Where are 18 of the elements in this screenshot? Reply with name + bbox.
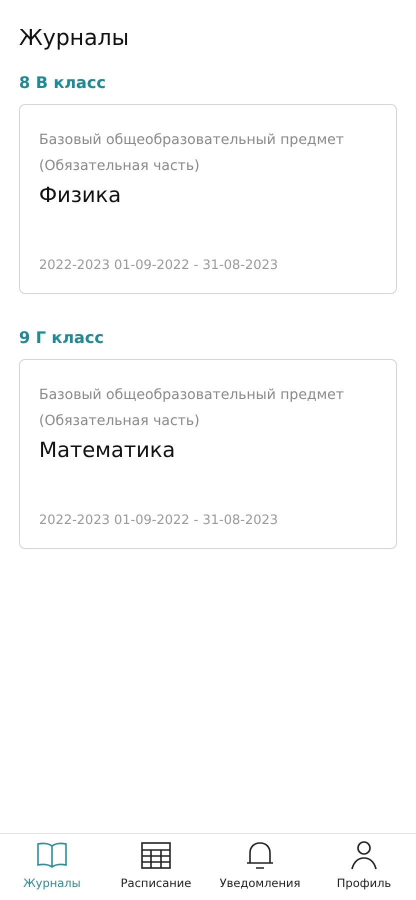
nav-tab[interactable]: Журналы [0, 840, 104, 900]
period-text: 2022-2023 01-09-2022 - 31-08-2023 [39, 258, 280, 273]
bell-icon [244, 840, 276, 870]
subject-name: Математика [39, 438, 176, 462]
nav-tab[interactable]: Уведомления [208, 840, 312, 900]
page-title: Журналы [19, 26, 130, 51]
period-text: 2022-2023 01-09-2022 - 31-08-2023 [39, 513, 280, 528]
subject-category: Базовый общеобразовательный предмет (Обязательная часть) [39, 131, 345, 176]
journal-card[interactable]: Базовый общеобразовательный предмет (Обязательная часть) Физика 2022-2023 01-09-2022 - 31-08-2023 [19, 104, 397, 294]
subject-name: Физика [39, 183, 122, 207]
subject-category: Базовый общеобразовательный предмет (Обязательная часть) [39, 386, 345, 431]
table-icon [140, 840, 172, 870]
nav-tab[interactable]: Расписание [104, 840, 208, 900]
nav-tab[interactable]: Профиль [312, 840, 416, 900]
class-heading: 9 Г класс [19, 328, 105, 347]
journal-card[interactable]: Базовый общеобразовательный предмет (Обязательная часть) Математика 2022-2023 01-09-2022 - 31-08-2023 [19, 359, 397, 549]
class-heading: 8 В класс [19, 73, 107, 92]
book-icon [36, 840, 68, 870]
